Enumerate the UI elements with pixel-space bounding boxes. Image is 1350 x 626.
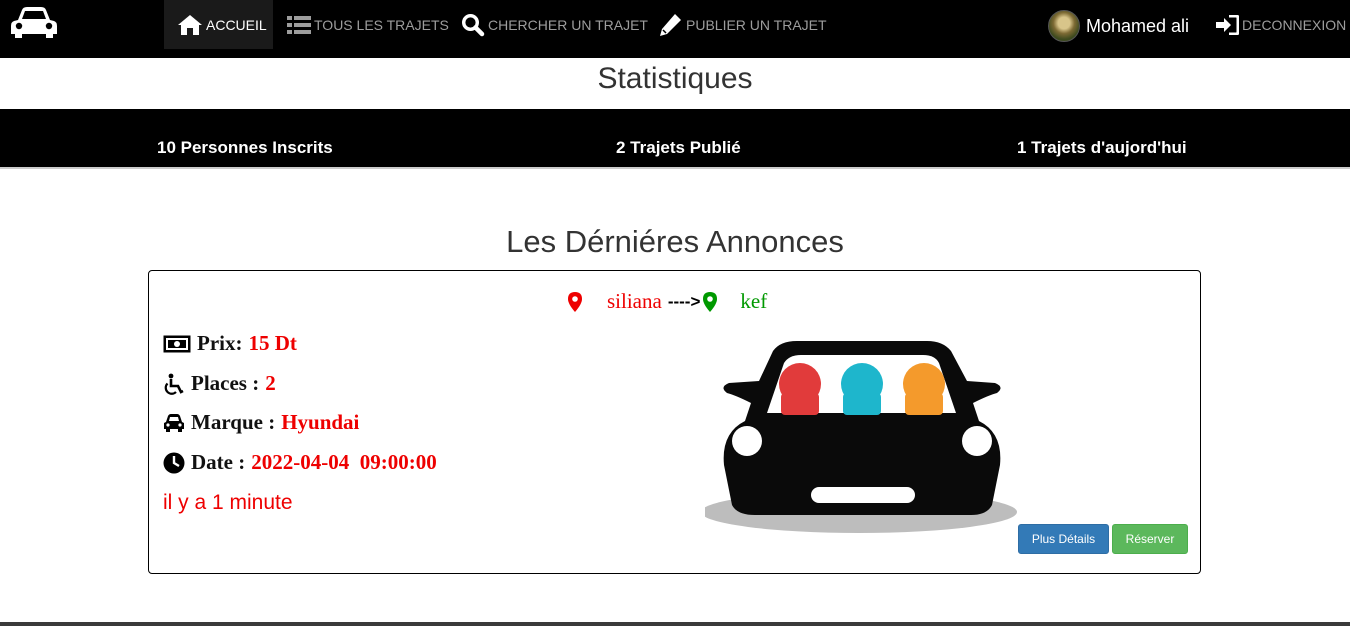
money-icon bbox=[163, 335, 191, 352]
logout-label: DECONNEXION bbox=[1242, 16, 1347, 33]
nav-tous-les-trajets-label: TOUS LES TRAJETS bbox=[314, 16, 449, 33]
places-value: 2 bbox=[265, 371, 276, 395]
nav-publier-un-trajet-label: PUBLIER UN TRAJET bbox=[686, 16, 827, 33]
details-button[interactable]: Plus Détails bbox=[1018, 524, 1109, 554]
stats-band: 10 Personnes Inscrits 2 Trajets Publié 1… bbox=[0, 109, 1350, 169]
reserve-button[interactable]: Réserver bbox=[1112, 524, 1188, 554]
price-value: 15 Dt bbox=[248, 331, 297, 355]
navbar: ACCUEIL TOUS LES TRAJETS CHERCHER UN TRA… bbox=[0, 0, 1350, 58]
map-marker-icon bbox=[703, 291, 718, 312]
route-to: kef bbox=[740, 289, 768, 313]
user-name: Mohamed ali bbox=[1086, 15, 1190, 36]
sign-in-icon bbox=[1216, 14, 1239, 35]
nav-accueil-label: ACCUEIL bbox=[206, 16, 267, 33]
route-arrow: ----> bbox=[667, 291, 701, 311]
price-label: Prix: bbox=[197, 331, 243, 355]
user-menu[interactable]: Mohamed ali bbox=[1048, 10, 1189, 42]
route: siliana ----> kef bbox=[567, 289, 767, 314]
nav-tous-les-trajets[interactable]: TOUS LES TRAJETS bbox=[287, 0, 449, 49]
clock-icon bbox=[163, 452, 185, 473]
date-label: Date : bbox=[191, 450, 246, 474]
places-label: Places : bbox=[191, 371, 260, 395]
announcement-card: siliana ----> kef Prix: 15 Dt Places : 2… bbox=[148, 270, 1201, 574]
announcements-title: Les Dérniéres Annonces bbox=[506, 224, 844, 259]
brand-row: Marque : Hyundai bbox=[163, 410, 359, 435]
wheelchair-icon bbox=[164, 373, 184, 395]
avatar bbox=[1048, 10, 1080, 42]
route-from: siliana bbox=[607, 289, 662, 313]
footer-strip bbox=[0, 622, 1350, 626]
search-icon bbox=[461, 13, 485, 36]
logout-link[interactable]: DECONNEXION bbox=[1215, 0, 1346, 49]
car-icon bbox=[164, 413, 184, 432]
carpool-car-image bbox=[705, 341, 1017, 533]
list-icon bbox=[287, 16, 311, 34]
nav-publier-un-trajet[interactable]: PUBLIER UN TRAJET bbox=[657, 0, 827, 49]
pencil-icon bbox=[660, 13, 681, 36]
brand-label: Marque : bbox=[191, 410, 276, 434]
price-row: Prix: 15 Dt bbox=[163, 331, 297, 356]
car-icon[interactable] bbox=[10, 4, 58, 40]
stat-published: 2 Trajets Publié bbox=[616, 138, 741, 157]
stat-registered: 10 Personnes Inscrits bbox=[157, 138, 333, 157]
stats-title: Statistiques bbox=[597, 62, 753, 95]
home-icon bbox=[178, 14, 202, 35]
nav-chercher-un-trajet[interactable]: CHERCHER UN TRAJET bbox=[461, 0, 648, 49]
nav-chercher-un-trajet-label: CHERCHER UN TRAJET bbox=[488, 16, 648, 33]
brand-value: Hyundai bbox=[281, 410, 360, 434]
map-marker-icon bbox=[568, 291, 582, 312]
posted-ago: il y a 1 minute bbox=[163, 491, 293, 514]
nav-accueil[interactable]: ACCUEIL bbox=[164, 0, 273, 49]
places-row: Places : 2 bbox=[163, 371, 276, 396]
date-value: 2022-04-04 09:00:00 bbox=[251, 450, 437, 474]
stat-today: 1 Trajets d'aujord'hui bbox=[1017, 138, 1187, 157]
date-row: Date : 2022-04-04 09:00:00 bbox=[163, 450, 437, 475]
